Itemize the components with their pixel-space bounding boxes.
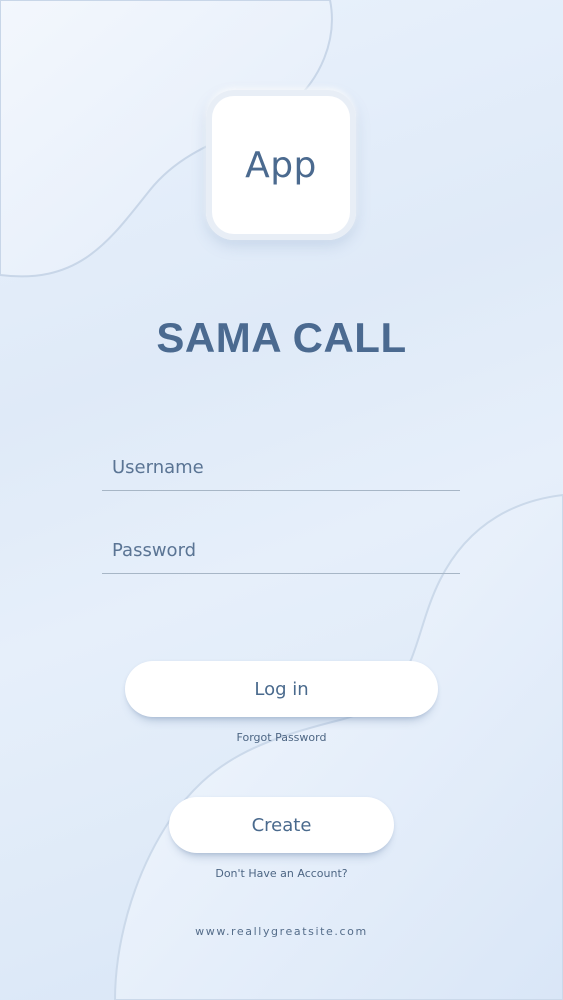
create-account-button[interactable]: Create [169,797,394,853]
login-screen: App SAMA CALL Log in Forgot Password Cre… [0,0,563,1000]
app-title: SAMA CALL [156,314,407,361]
app-logo: App [206,90,356,240]
password-input[interactable] [102,527,460,573]
forgot-password-link[interactable]: Forgot Password [0,731,563,744]
no-account-link[interactable]: Don't Have an Account? [0,867,563,880]
username-input[interactable] [102,444,460,490]
username-field [102,444,460,491]
login-button[interactable]: Log in [125,661,438,717]
password-field [102,527,460,574]
website-url: www.reallygreatsite.com [195,925,368,938]
app-logo-label: App [245,144,317,186]
